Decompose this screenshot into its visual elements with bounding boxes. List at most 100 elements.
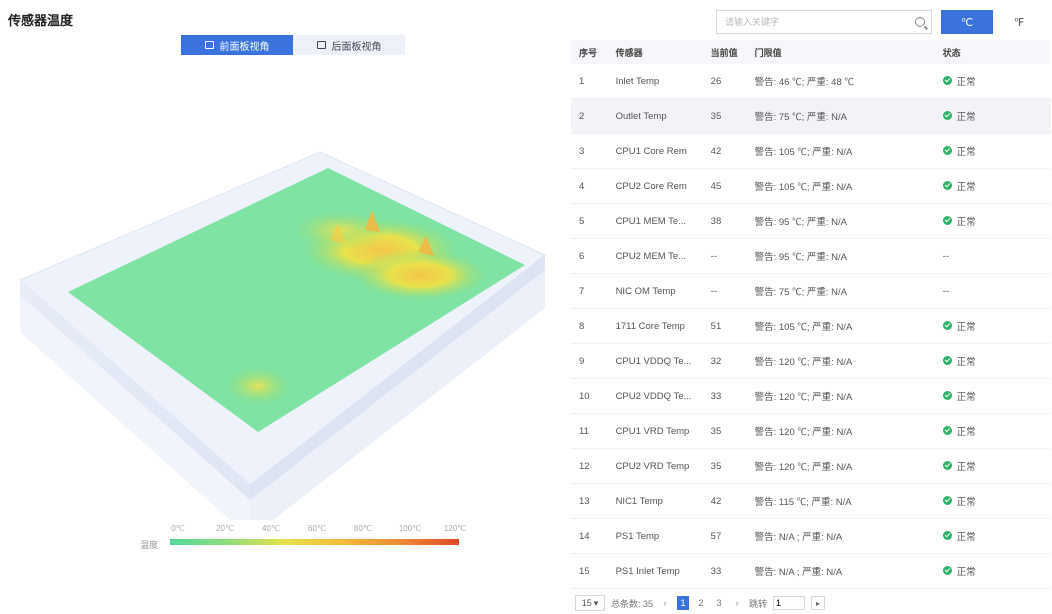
row-current-value: 45 bbox=[706, 168, 751, 204]
page-size-select[interactable]: 15 ▾ bbox=[575, 595, 605, 611]
legend-color-bar bbox=[170, 539, 459, 545]
row-current-value: 26 bbox=[706, 64, 751, 99]
table-row[interactable]: 12 CPU2 VRD Temp 35 警告: 120 ℃; 严重: N/A 正常 bbox=[571, 448, 1051, 484]
status-text: -- bbox=[942, 250, 949, 262]
chevron-down-icon: ▾ bbox=[593, 597, 599, 608]
row-sensor-name: CPU1 MEM Te... bbox=[611, 203, 707, 239]
row-current-value: 51 bbox=[706, 308, 751, 344]
table-row[interactable]: 2 Outlet Temp 35 警告: 75 ℃; 严重: N/A 正常 bbox=[571, 98, 1051, 134]
chevron-right-icon[interactable]: › bbox=[731, 596, 743, 610]
row-threshold: 警告: 120 ℃; 严重: N/A bbox=[750, 378, 933, 414]
status-badge: 正常 bbox=[942, 494, 976, 508]
table-row[interactable]: 8 1711 Core Temp 51 警告: 105 ℃; 严重: N/A 正常 bbox=[571, 308, 1051, 344]
goto-page-input[interactable] bbox=[773, 596, 806, 610]
row-threshold: 警告: 120 ℃; 严重: N/A bbox=[750, 343, 933, 379]
temperature-legend: 温度 0℃ 20℃ 40℃ 60℃ 80℃ 100℃ 120℃ bbox=[140, 524, 470, 554]
status-badge: 正常 bbox=[942, 74, 976, 88]
row-index: 15 bbox=[571, 553, 612, 589]
row-threshold: 警告: 75 ℃; 严重: N/A bbox=[750, 98, 933, 134]
back-panel-icon bbox=[316, 41, 326, 49]
status-text: 正常 bbox=[956, 426, 976, 438]
fahrenheit-button[interactable]: ℉ bbox=[993, 10, 1045, 34]
row-current-value: 42 bbox=[706, 133, 751, 169]
row-status: 正常 bbox=[932, 168, 1051, 204]
column-header-value: 当前值 bbox=[706, 40, 751, 64]
page-number[interactable]: 1 bbox=[677, 596, 690, 610]
table-row[interactable]: 6 CPU2 MEM Te... -- 警告: 95 ℃; 严重: N/A -- bbox=[571, 238, 1051, 274]
hot-zone-cpu2 bbox=[352, 249, 488, 301]
table-row[interactable]: 13 NIC1 Temp 42 警告: 115 ℃; 严重: N/A 正常 bbox=[571, 483, 1051, 519]
status-badge: 正常 bbox=[942, 144, 976, 158]
row-current-value: 35 bbox=[706, 448, 751, 484]
row-sensor-name: NIC1 Temp bbox=[611, 483, 707, 519]
chevron-left-icon[interactable]: ‹ bbox=[659, 596, 671, 610]
check-circle-icon bbox=[942, 76, 952, 86]
status-text: 正常 bbox=[956, 181, 976, 193]
back-panel-view-button[interactable]: 后面板视角 bbox=[293, 35, 405, 55]
legend-tick: 0℃ bbox=[171, 524, 185, 533]
row-sensor-name: PS1 Inlet Temp bbox=[611, 553, 707, 589]
row-current-value: -- bbox=[706, 238, 751, 274]
page-number[interactable]: 2 bbox=[695, 596, 707, 610]
table-row[interactable]: 14 PS1 Temp 57 警告: N/A ; 严重: N/A 正常 bbox=[571, 518, 1051, 554]
row-status: 正常 bbox=[932, 343, 1051, 379]
row-sensor-name: PS1 Temp bbox=[611, 518, 707, 554]
celsius-button[interactable]: ℃ bbox=[941, 10, 993, 34]
row-current-value: 33 bbox=[706, 378, 751, 414]
row-status: -- bbox=[932, 238, 1051, 274]
row-sensor-name: CPU2 MEM Te... bbox=[611, 238, 707, 274]
sensor-table: 序号 传感器 当前值 门限值 状态 1 Inlet Temp 26 警告: 46 ℃;… bbox=[571, 40, 1051, 589]
table-row[interactable]: 1 Inlet Temp 26 警告: 46 ℃; 严重: 48 ℃ 正常 bbox=[571, 64, 1051, 99]
row-threshold: 警告: 120 ℃; 严重: N/A bbox=[750, 413, 933, 449]
check-circle-icon bbox=[942, 216, 952, 226]
table-row[interactable]: 15 PS1 Inlet Temp 33 警告: N/A ; 严重: N/A 正常 bbox=[571, 553, 1051, 589]
table-row[interactable]: 11 CPU1 VRD Temp 35 警告: 120 ℃; 严重: N/A 正常 bbox=[571, 413, 1051, 449]
row-sensor-name: CPU2 VDDQ Te... bbox=[611, 378, 707, 414]
column-header-index: 序号 bbox=[571, 40, 612, 64]
search-icon[interactable] bbox=[915, 17, 925, 27]
row-threshold: 警告: N/A ; 严重: N/A bbox=[750, 518, 933, 554]
status-text: 正常 bbox=[956, 76, 976, 88]
row-sensor-name: CPU1 VRD Temp bbox=[611, 413, 707, 449]
table-row[interactable]: 4 CPU2 Core Rem 45 警告: 105 ℃; 严重: N/A 正常 bbox=[571, 168, 1051, 204]
row-sensor-name: 1711 Core Temp bbox=[611, 308, 707, 344]
status-text: 正常 bbox=[956, 321, 976, 333]
row-threshold: 警告: 105 ℃; 严重: N/A bbox=[750, 133, 933, 169]
row-threshold: 警告: 46 ℃; 严重: 48 ℃ bbox=[750, 64, 933, 99]
row-status: 正常 bbox=[932, 483, 1051, 519]
table-row[interactable]: 9 CPU1 VDDQ Te... 32 警告: 120 ℃; 严重: N/A 正常 bbox=[571, 343, 1051, 379]
front-panel-view-label: 前面板视角 bbox=[219, 41, 270, 53]
search-box[interactable] bbox=[716, 10, 932, 34]
front-panel-view-button[interactable]: 前面板视角 bbox=[181, 35, 293, 55]
page-number[interactable]: 3 bbox=[713, 596, 725, 610]
row-index: 12 bbox=[571, 448, 612, 484]
row-current-value: 35 bbox=[706, 98, 751, 134]
row-index: 13 bbox=[571, 483, 612, 519]
table-row[interactable]: 7 NIC OM Temp -- 警告: 75 ℃; 严重: N/A -- bbox=[571, 273, 1051, 309]
search-input[interactable] bbox=[723, 16, 915, 28]
back-panel-view-label: 后面板视角 bbox=[331, 41, 382, 53]
table-row[interactable]: 5 CPU1 MEM Te... 38 警告: 95 ℃; 严重: N/A 正常 bbox=[571, 203, 1051, 239]
row-index: 7 bbox=[571, 273, 612, 309]
status-badge: 正常 bbox=[942, 529, 976, 543]
status-badge: 正常 bbox=[942, 564, 976, 578]
status-text: 正常 bbox=[956, 531, 976, 543]
table-row[interactable]: 3 CPU1 Core Rem 42 警告: 105 ℃; 严重: N/A 正常 bbox=[571, 133, 1051, 169]
status-badge: 正常 bbox=[942, 389, 976, 403]
goto-label: 跳转 bbox=[749, 598, 768, 609]
table-row[interactable]: 10 CPU2 VDDQ Te... 33 警告: 120 ℃; 严重: N/A 正常 bbox=[571, 378, 1051, 414]
row-threshold: 警告: 75 ℃; 严重: N/A bbox=[750, 273, 933, 309]
check-circle-icon bbox=[942, 356, 952, 366]
row-current-value: 33 bbox=[706, 553, 751, 589]
row-index: 1 bbox=[571, 64, 612, 99]
check-circle-icon bbox=[942, 391, 952, 401]
goto-go-icon[interactable]: ▸ bbox=[811, 596, 826, 610]
thermal-3d-view[interactable] bbox=[0, 60, 560, 520]
row-status: 正常 bbox=[932, 133, 1051, 169]
row-status: 正常 bbox=[932, 518, 1051, 554]
row-sensor-name: NIC OM Temp bbox=[611, 273, 707, 309]
total-count: 总条数: 35 bbox=[611, 598, 654, 609]
row-threshold: 警告: 120 ℃; 严重: N/A bbox=[750, 448, 933, 484]
row-current-value: 42 bbox=[706, 483, 751, 519]
row-sensor-name: CPU2 VRD Temp bbox=[611, 448, 707, 484]
